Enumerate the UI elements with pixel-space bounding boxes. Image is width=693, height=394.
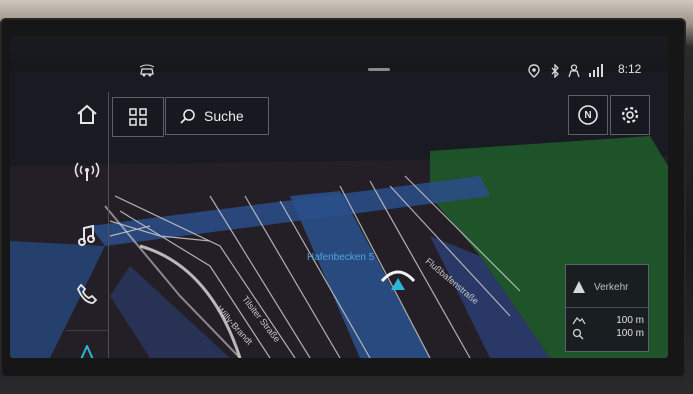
search-label: Suche	[204, 108, 244, 124]
phone-icon	[76, 283, 98, 304]
sidebar-item-radio[interactable]	[66, 150, 108, 194]
infotainment-screen: Hafenbecken 5 Tilsiter Straße Flußbafens…	[10, 36, 668, 358]
scale-value-1: 100 m	[616, 315, 644, 326]
compass-label: N	[584, 109, 592, 121]
app-sidebar	[66, 92, 109, 358]
sidebar-item-phone[interactable]	[66, 272, 108, 316]
location-pin-icon	[527, 64, 541, 82]
compass-button[interactable]: N	[568, 95, 608, 135]
status-bar: 8:12	[10, 36, 668, 79]
scale-row-2: 100 m	[572, 328, 644, 340]
grid-icon	[129, 108, 147, 126]
sidebar-item-home[interactable]	[66, 92, 108, 136]
sidebar-item-navigation[interactable]	[66, 330, 108, 358]
traffic-label: Verkehr	[594, 281, 629, 293]
signal-icon	[588, 63, 604, 83]
zoom-icon	[572, 328, 584, 340]
menu-grid-button[interactable]	[112, 97, 164, 137]
settings-button[interactable]	[610, 95, 650, 135]
search-icon	[180, 109, 195, 124]
mountain-icon	[572, 317, 586, 325]
sidebar-item-media[interactable]	[66, 214, 108, 258]
scale-value-2: 100 m	[616, 328, 644, 339]
navigation-arrow-icon	[80, 345, 94, 358]
assist-car-icon[interactable]	[138, 64, 156, 82]
map-label-hafenbecken: Hafenbecken 5	[307, 252, 375, 263]
map-info-panel: Verkehr 100 m 100 m	[565, 264, 649, 352]
clock: 8:12	[618, 62, 642, 76]
music-note-icon	[78, 225, 95, 246]
person-icon	[567, 64, 581, 82]
bluetooth-icon	[550, 63, 560, 82]
panel-divider	[566, 307, 648, 308]
gear-icon	[621, 106, 639, 124]
status-handle[interactable]	[368, 68, 390, 71]
traffic-icon	[573, 281, 585, 293]
search-button[interactable]: Suche	[165, 97, 269, 135]
home-icon	[77, 104, 97, 124]
scale-row-1: 100 m	[572, 315, 644, 326]
radio-icon	[74, 162, 100, 181]
traffic-button[interactable]: Verkehr	[572, 273, 644, 301]
